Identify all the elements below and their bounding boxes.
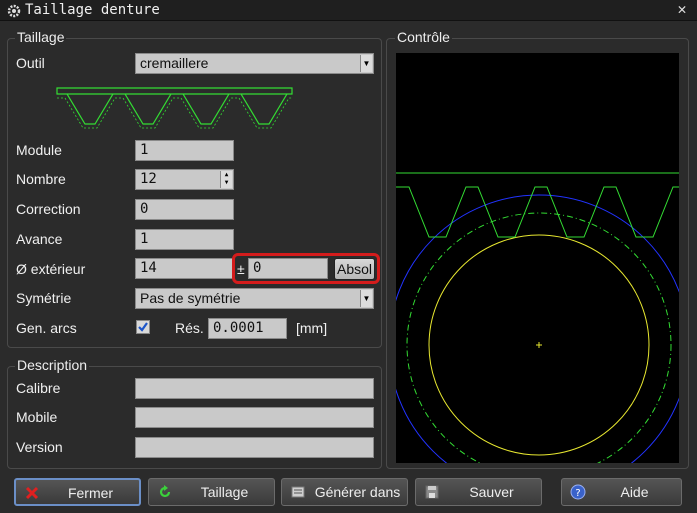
- spinner-arrows[interactable]: ▲ ▼: [220, 171, 232, 188]
- pitch-circle: [406, 212, 672, 463]
- svg-text:?: ?: [575, 488, 580, 499]
- absol-button[interactable]: Absol: [334, 258, 375, 280]
- outil-label: Outil: [16, 55, 45, 71]
- description-legend: Description: [15, 357, 90, 373]
- symetrie-label: Symétrie: [16, 290, 72, 306]
- diam-exterieur-label: Ø extérieur: [16, 261, 86, 277]
- gen-arcs-checkbox[interactable]: [136, 320, 150, 334]
- controle-legend: Contrôle: [395, 29, 452, 45]
- correction-label: Correction: [16, 201, 81, 217]
- sauver-button[interactable]: Sauver: [415, 478, 542, 506]
- tolerance-sign: ±: [237, 261, 245, 277]
- gen-arcs-label: Gen. arcs: [16, 320, 77, 336]
- gear-icon: [7, 4, 21, 18]
- tolerance-field[interactable]: 0: [248, 258, 328, 279]
- taillage-label: Taillage: [200, 484, 249, 500]
- nombre-value: 12: [140, 171, 157, 187]
- symetrie-value: Pas de symétrie: [140, 290, 241, 306]
- fermer-label: Fermer: [67, 485, 114, 501]
- rack-preview: [56, 87, 293, 129]
- generer-button[interactable]: Générer dans: [281, 478, 408, 506]
- nombre-spinbox[interactable]: 12 ▲ ▼: [135, 169, 234, 190]
- calibre-label: Calibre: [16, 380, 61, 396]
- module-label: Module: [16, 142, 62, 158]
- spin-up-icon[interactable]: ▲: [221, 171, 232, 179]
- rack-profile: [396, 186, 679, 238]
- red-x-icon: [25, 486, 39, 500]
- aide-button[interactable]: ? Aide: [561, 478, 682, 506]
- outil-select[interactable]: cremaillere ▼: [135, 53, 374, 74]
- correction-field[interactable]: 0: [135, 199, 234, 220]
- green-refresh-icon: [159, 485, 171, 498]
- sauver-label: Sauver: [469, 484, 514, 500]
- module-field[interactable]: 1: [135, 140, 234, 161]
- preview-canvas[interactable]: [396, 53, 679, 463]
- window-title: Taillage denture: [25, 2, 160, 18]
- chevron-down-icon: ▼: [360, 55, 372, 72]
- diam-exterieur-field[interactable]: 14: [135, 258, 234, 279]
- resolution-unit: [mm]: [296, 320, 328, 336]
- version-label: Version: [16, 439, 63, 455]
- generer-label: Générer dans: [314, 484, 401, 500]
- chevron-down-icon: ▼: [360, 290, 372, 307]
- gear-preview: [396, 172, 679, 463]
- symetrie-select[interactable]: Pas de symétrie ▼: [135, 288, 374, 309]
- taillage-button[interactable]: Taillage: [148, 478, 275, 506]
- avance-field[interactable]: 1: [135, 229, 234, 250]
- resolution-label: Rés.: [175, 320, 204, 336]
- resolution-field[interactable]: 0.0001: [208, 318, 287, 339]
- nombre-label: Nombre: [16, 171, 66, 187]
- floppy-icon: [425, 485, 439, 499]
- outil-value: cremaillere: [140, 55, 209, 71]
- close-icon[interactable]: ✕: [675, 2, 689, 17]
- help-icon: ?: [570, 484, 586, 500]
- mobile-label: Mobile: [16, 409, 58, 425]
- document-icon: [291, 486, 305, 498]
- spin-down-icon[interactable]: ▼: [221, 179, 232, 187]
- calibre-field[interactable]: [135, 378, 374, 399]
- fermer-button[interactable]: Fermer: [14, 478, 141, 506]
- title-bar: Taillage denture ✕: [0, 0, 697, 21]
- checkmark-icon: [138, 322, 148, 332]
- aide-label: Aide: [620, 484, 649, 500]
- taillage-legend: Taillage: [15, 29, 67, 45]
- avance-label: Avance: [16, 231, 63, 247]
- mobile-field[interactable]: [135, 407, 374, 428]
- version-field[interactable]: [135, 437, 374, 458]
